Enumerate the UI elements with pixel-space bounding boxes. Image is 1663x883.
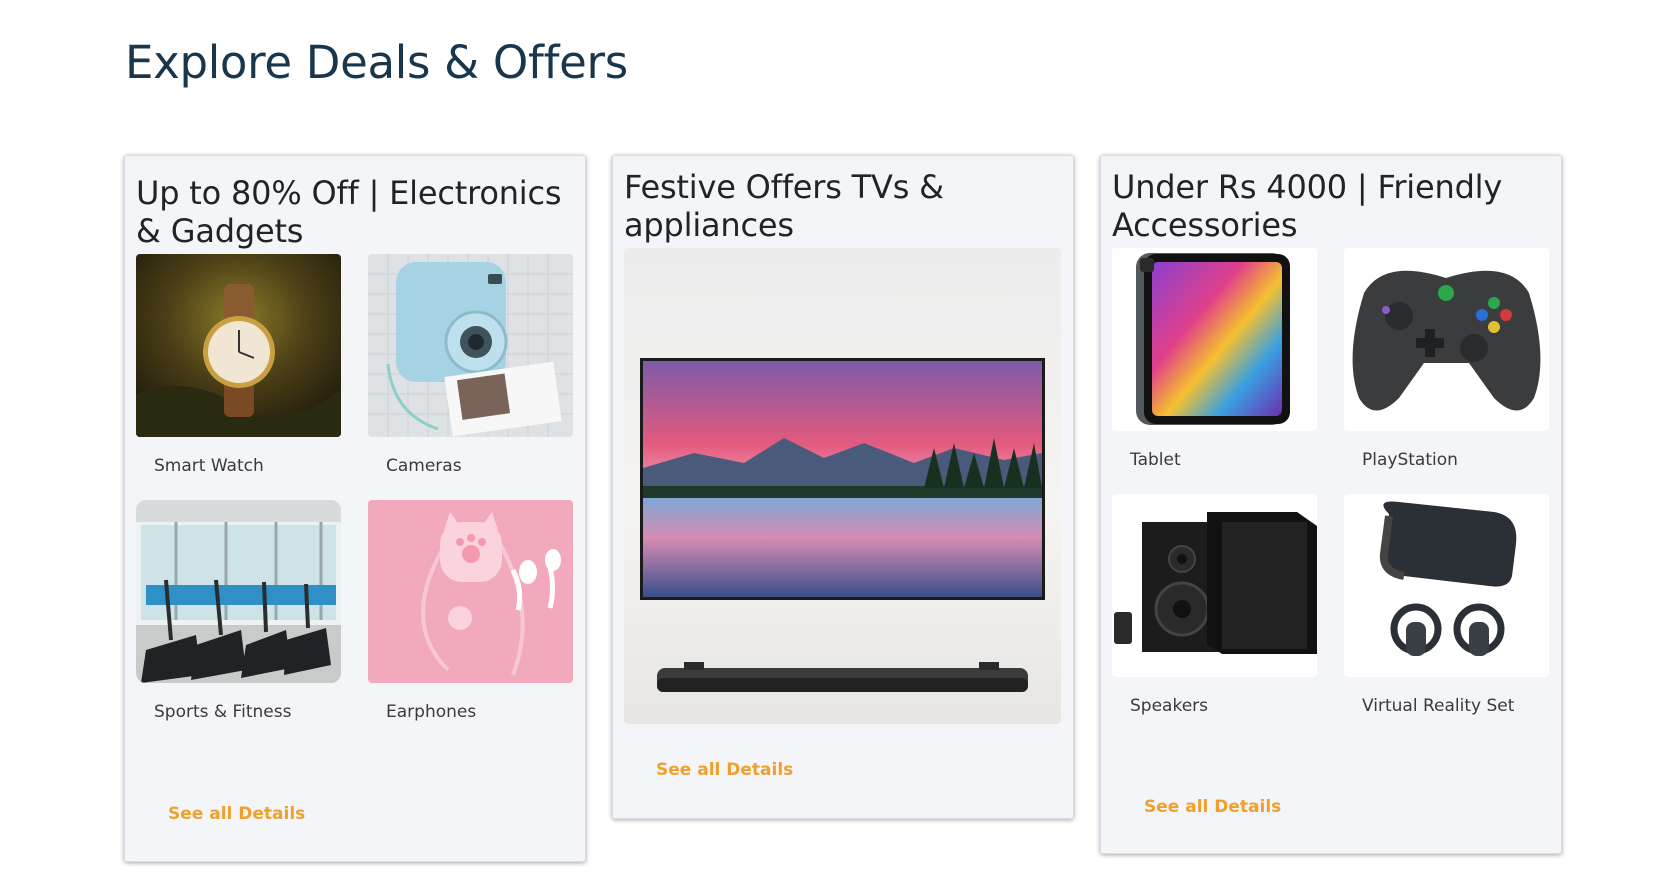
- camera-image: [368, 254, 573, 437]
- product-label: Sports & Fitness: [154, 702, 292, 722]
- product-tile-speakers[interactable]: Speakers: [1112, 494, 1317, 716]
- card-title: Under Rs 4000 | Friendly Accessories: [1112, 168, 1503, 244]
- gamepad-image: [1344, 248, 1549, 431]
- page-title: Explore Deals & Offers: [125, 36, 628, 89]
- product-tile-virtual-reality-set[interactable]: Virtual Reality Set: [1344, 494, 1549, 716]
- product-tile-smart-watch[interactable]: Smart Watch: [136, 254, 341, 476]
- see-all-details-link[interactable]: See all Details: [1144, 797, 1281, 817]
- earphones-image: [368, 500, 573, 683]
- product-label: Earphones: [386, 702, 477, 722]
- deal-card-accessories: Under Rs 4000 | Friendly Accessories Tab…: [1100, 155, 1562, 854]
- smart-watch-image: [136, 254, 341, 437]
- product-tile-earphones[interactable]: Earphones: [368, 500, 573, 722]
- card-title: Up to 80% Off | Electronics & Gadgets: [136, 174, 562, 250]
- see-all-details-link[interactable]: See all Details: [168, 804, 305, 824]
- product-tile-tablet[interactable]: Tablet: [1112, 248, 1317, 470]
- vr-headset-image: [1344, 494, 1549, 677]
- deals-page: Explore Deals & Offers Up to 80% Off | E…: [0, 0, 1663, 883]
- speakers-image: [1112, 494, 1317, 677]
- see-all-details-link[interactable]: See all Details: [656, 760, 793, 780]
- tablet-image: [1112, 248, 1317, 431]
- product-tile-sports-fitness[interactable]: Sports & Fitness: [136, 500, 341, 722]
- product-label: Cameras: [386, 456, 462, 476]
- deal-card-tvs-appliances: Festive Offers TVs & appliances See all …: [612, 155, 1074, 819]
- product-tile-playstation[interactable]: PlayStation: [1344, 248, 1549, 470]
- product-label: Speakers: [1130, 696, 1209, 716]
- product-label: Virtual Reality Set: [1362, 696, 1515, 716]
- treadmill-image: [136, 500, 341, 683]
- product-tile-cameras[interactable]: Cameras: [368, 254, 573, 476]
- television-image: [624, 248, 1061, 724]
- card-title: Festive Offers TVs & appliances: [624, 168, 944, 244]
- product-label: Tablet: [1130, 450, 1181, 470]
- product-label: PlayStation: [1362, 450, 1458, 470]
- deal-card-electronics: Up to 80% Off | Electronics & Gadgets Sm…: [124, 155, 586, 862]
- product-label: Smart Watch: [154, 456, 264, 476]
